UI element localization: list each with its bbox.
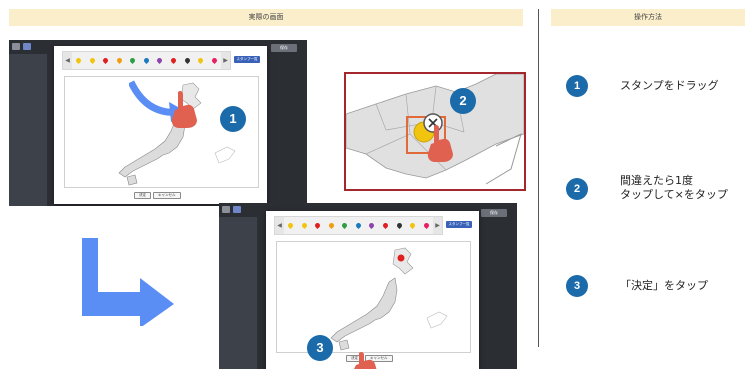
save-button[interactable]: 保存 — [481, 209, 507, 217]
stamp-pin-icon[interactable] — [300, 221, 308, 230]
stamp-pin-icon[interactable] — [102, 56, 110, 65]
stamp-palette: ◀ ▶ — [274, 216, 443, 235]
instruction-1-line-1: スタンプをドラッグ — [620, 79, 719, 92]
stamp-pin-icon[interactable] — [314, 221, 322, 230]
instruction-3-line-1: 「決定」をタップ — [620, 279, 708, 292]
dialog-buttons: 決定 キャンセル — [134, 192, 181, 199]
step-3-badge: 3 — [307, 335, 333, 361]
stamp-pin-icon[interactable] — [197, 56, 205, 65]
stamp-pin-icon[interactable] — [327, 221, 335, 230]
toolbar-icon — [23, 43, 31, 50]
japan-map — [330, 247, 448, 351]
toolbar-icon — [233, 206, 241, 213]
stamp-list-button[interactable]: スタンプ一覧 — [234, 56, 260, 63]
stamp-pin-icon[interactable] — [368, 221, 376, 230]
palette-prev-button[interactable]: ◀ — [275, 217, 284, 234]
zoom-panel: 2 — [344, 72, 526, 191]
pin-row — [72, 56, 221, 65]
save-button[interactable]: 保存 — [271, 44, 297, 52]
tap-hand-icon — [171, 90, 197, 128]
stamp-pin-icon[interactable] — [354, 221, 362, 230]
stamp-pin-icon[interactable] — [422, 221, 430, 230]
tap-hand-icon — [354, 351, 377, 369]
stamp-pin-icon[interactable] — [287, 221, 295, 230]
toolbar-icon — [12, 43, 20, 50]
instruction-3-text: 「決定」をタップ — [620, 279, 708, 293]
stamp-pin-icon[interactable] — [395, 221, 403, 230]
cancel-button[interactable]: キャンセル — [153, 192, 181, 199]
stamp-pin-icon[interactable] — [88, 56, 96, 65]
screen-capture-3: 保存 ◀ ▶ スタンプ一覧 決定 キャンセル 3 — [219, 203, 517, 369]
instruction-3-badge: 3 — [566, 275, 588, 297]
next-step-arrow-icon — [82, 238, 174, 326]
instruction-2-line-2: タップして×をタップ — [620, 188, 728, 201]
step-1-badge: 1 — [220, 106, 246, 132]
instruction-2-line-1: 間違えたら1度 — [620, 174, 693, 187]
right-section-header: 操作方法 — [551, 9, 745, 26]
stamp-pin-icon[interactable] — [129, 56, 137, 65]
left-section-header: 実際の画面 — [9, 9, 523, 26]
instruction-1-badge: 1 — [566, 75, 588, 97]
section-divider — [538, 9, 539, 347]
stamp-pin-icon[interactable] — [142, 56, 150, 65]
stamp-pin-icon[interactable] — [156, 56, 164, 65]
stamp-palette: ◀ ▶ — [62, 51, 231, 70]
stamp-pin-icon[interactable] — [183, 56, 191, 65]
stamp-pin-icon[interactable] — [409, 221, 417, 230]
stamp-pin-icon[interactable] — [75, 56, 83, 65]
screen-capture-1: 保存 ◀ ▶ スタンプ一覧 決定 キャンセル 1 — [9, 40, 307, 206]
tap-hand-icon — [427, 124, 453, 162]
side-panel — [9, 54, 47, 206]
step-2-badge: 2 — [450, 88, 476, 114]
pin-row — [284, 221, 433, 230]
map-area[interactable] — [276, 241, 471, 353]
stamp-pin-icon[interactable] — [210, 56, 218, 65]
side-panel — [219, 217, 257, 369]
decide-button[interactable]: 決定 — [134, 192, 151, 199]
instruction-2-text: 間違えたら1度 タップして×をタップ — [620, 174, 728, 202]
palette-next-button[interactable]: ▶ — [221, 52, 230, 69]
placed-stamp-icon — [397, 254, 405, 262]
instruction-2-badge: 2 — [566, 178, 588, 200]
stamp-list-button[interactable]: スタンプ一覧 — [446, 221, 472, 228]
instruction-1-text: スタンプをドラッグ — [620, 79, 719, 93]
stamp-pin-icon[interactable] — [341, 221, 349, 230]
palette-next-button[interactable]: ▶ — [433, 217, 442, 234]
toolbar-icon — [222, 206, 230, 213]
stamp-dialog: ◀ ▶ スタンプ一覧 決定 キャンセル — [266, 211, 479, 369]
stamp-pin-icon[interactable] — [169, 56, 178, 65]
stamp-pin-icon[interactable] — [381, 221, 390, 230]
palette-prev-button[interactable]: ◀ — [63, 52, 72, 69]
stamp-pin-icon[interactable] — [115, 56, 123, 65]
